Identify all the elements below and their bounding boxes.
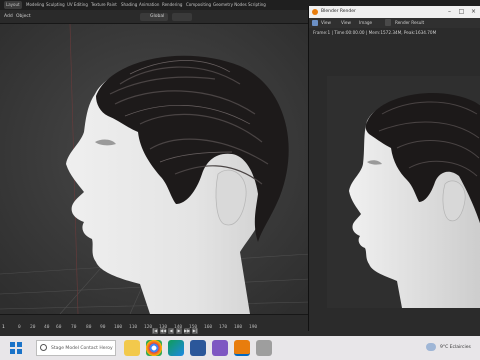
render-stats: Frame:1 | Time:00:00.00 | Mem:1572.34M, … <box>313 30 437 35</box>
image-menu[interactable]: Image <box>359 19 372 27</box>
photos-icon[interactable] <box>212 340 228 356</box>
ruler-tick: 130 <box>159 325 168 330</box>
add-menu[interactable]: Add <box>4 13 13 21</box>
image-editor-icon[interactable] <box>312 20 318 26</box>
weather-widget[interactable]: 9°C Eclaircies <box>440 341 471 355</box>
render-window-title: Blender Render <box>321 9 356 14</box>
render-window-toolbar: View View Image Render Result <box>309 18 480 28</box>
tab-shading[interactable]: Shading <box>121 1 137 9</box>
ruler-tick: 110 <box>129 325 138 330</box>
render-window-titlebar[interactable]: Blender Render – □ × <box>309 6 480 18</box>
ruler-tick: 70 <box>71 325 77 330</box>
playback-controls: |◀ ◀◀ ◀ ▶ ▶▶ ▶| <box>152 317 200 334</box>
ruler-tick: 90 <box>100 325 106 330</box>
search-icon <box>40 344 47 351</box>
blender-icon[interactable] <box>234 340 250 356</box>
current-frame[interactable]: 1 <box>2 325 5 330</box>
taskbar-search[interactable]: Stage Model Contact Heroy <box>36 340 116 356</box>
ruler-tick: 140 <box>174 325 183 330</box>
view-menu[interactable]: View <box>341 19 351 27</box>
viewport-render <box>0 24 310 314</box>
ruler-tick: 40 <box>44 325 50 330</box>
settings-icon[interactable] <box>256 340 272 356</box>
close-icon[interactable]: × <box>469 7 478 17</box>
tab-uv-editing[interactable]: UV Editing <box>67 1 88 9</box>
ruler-tick: 0 <box>18 325 21 330</box>
ruler-tick: 100 <box>114 325 123 330</box>
tab-compositing[interactable]: Compositing <box>186 1 211 9</box>
orientation-label: Global <box>150 14 165 19</box>
ruler-tick: 60 <box>56 325 62 330</box>
render-result-field[interactable]: Render Result <box>395 19 424 27</box>
tab-rendering[interactable]: Rendering <box>162 1 182 9</box>
render-image <box>327 76 480 308</box>
tab-scripting[interactable]: Scripting <box>248 1 266 9</box>
minimize-icon[interactable]: – <box>445 7 454 17</box>
object-menu[interactable]: Object <box>16 13 31 21</box>
view-dropdown[interactable]: View <box>321 19 331 27</box>
tab-geometry-nodes[interactable]: Geometry Nodes <box>213 1 247 9</box>
3d-viewport[interactable] <box>0 24 310 314</box>
maximize-icon[interactable]: □ <box>457 7 466 17</box>
ruler-tick: 160 <box>204 325 213 330</box>
mail-icon[interactable] <box>190 340 206 356</box>
ruler-tick: 180 <box>234 325 243 330</box>
tab-sculpting[interactable]: Sculpting <box>46 1 65 9</box>
windows-start-icon[interactable] <box>8 340 24 356</box>
search-placeholder: Stage Model Contact Heroy <box>51 346 113 351</box>
tab-modeling[interactable]: Modeling <box>26 1 44 9</box>
file-explorer-icon[interactable] <box>124 340 140 356</box>
image-browse-icon[interactable] <box>385 19 391 26</box>
ruler-tick: 190 <box>249 325 258 330</box>
pivot-dropdown[interactable] <box>172 13 192 21</box>
tab-animation[interactable]: Animation <box>139 1 159 9</box>
ruler-tick: 120 <box>144 325 153 330</box>
render-window[interactable]: Blender Render – □ × View View Image Ren… <box>308 6 480 331</box>
render-result-image[interactable] <box>327 76 480 308</box>
edge-icon[interactable] <box>168 340 184 356</box>
ruler-tick: 80 <box>86 325 92 330</box>
jump-start-button[interactable]: |◀ <box>152 328 158 334</box>
tab-texture-paint[interactable]: Texture Paint <box>91 1 117 9</box>
tab-layout[interactable]: Layout <box>4 1 22 9</box>
ruler-tick: 150 <box>189 325 198 330</box>
chrome-icon[interactable] <box>146 340 162 356</box>
ruler-tick: 20 <box>30 325 36 330</box>
weather-icon <box>426 343 436 351</box>
blender-icon <box>312 9 318 15</box>
windows-taskbar: Stage Model Contact Heroy 9°C Eclaircies <box>0 336 480 360</box>
ruler-tick: 170 <box>219 325 228 330</box>
